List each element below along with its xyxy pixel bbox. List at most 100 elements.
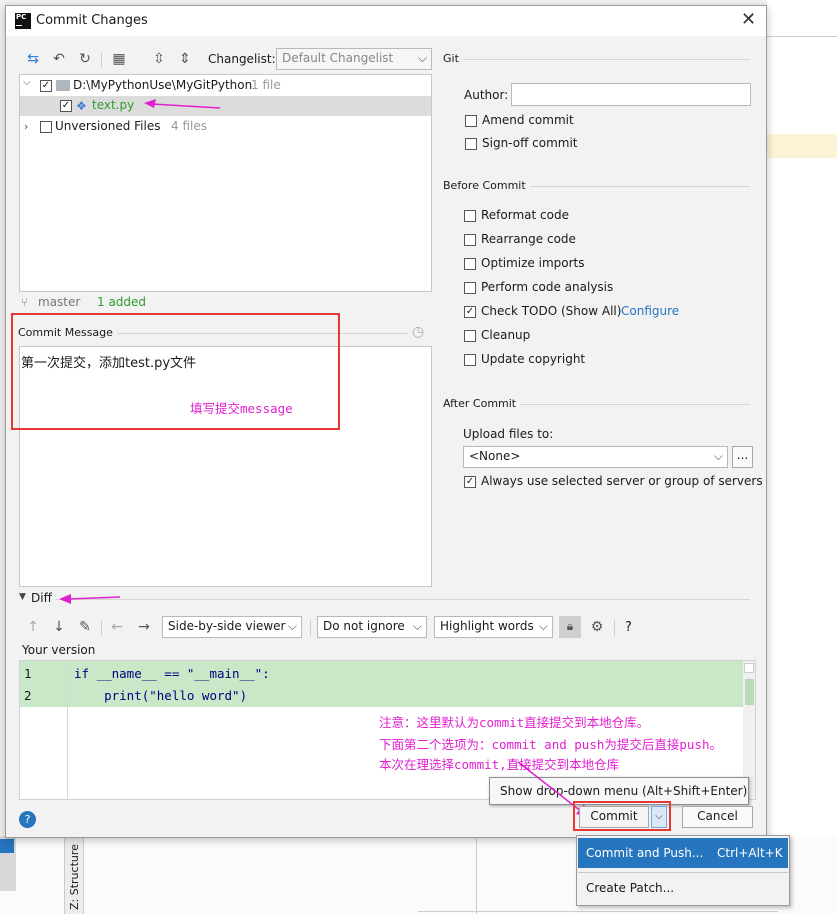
file-row[interactable]: ✓ ❖ text.py [20, 96, 431, 116]
browse-button[interactable]: ... [732, 446, 753, 468]
chevron-down-icon: ⌵ [287, 619, 297, 633]
chevron-down-icon: ⌵ [412, 619, 422, 633]
rollback-icon[interactable]: ↶ [50, 50, 68, 68]
code-line: if __name__ == "__main__": [74, 666, 270, 681]
group-by-icon[interactable]: ▦ [110, 50, 128, 68]
refresh-icon[interactable]: ↻ [76, 50, 94, 68]
signoff-checkbox[interactable] [465, 138, 477, 150]
note-line: 下面第二个选项为：commit and push为提交后直接push。 [379, 737, 722, 752]
file-name: text.py [92, 98, 135, 112]
help-icon[interactable]: ? [625, 620, 632, 635]
optimize-imports-label: Optimize imports [481, 256, 585, 270]
chevron-down-icon: ⌵ [538, 619, 548, 633]
before-commit-title: Before Commit [443, 179, 530, 192]
amend-label: Amend commit [482, 113, 574, 127]
branch-name: master [38, 295, 81, 309]
upload-value: <None> [469, 449, 521, 463]
prev-diff-icon[interactable]: ↑ [24, 618, 42, 636]
always-use-label: Always use selected server or group of s… [481, 474, 763, 488]
root-path: D:\MyPythonUse\MyGitPython [73, 78, 253, 92]
check-todo-checkbox[interactable]: ✓ [464, 306, 476, 318]
root-checkbox[interactable]: ✓ [40, 80, 52, 92]
highlight-value: Highlight words [440, 619, 534, 633]
commit-dialog: PC Commit Changes ✕ ⇆ ↶ ↻ ▦ ⇳ ⇕ Changeli… [5, 5, 767, 838]
menu-item-label: Create Patch... [586, 881, 675, 895]
message-annotation: 填写提交message [190, 401, 293, 416]
menu-item-shortcut: Ctrl+Alt+K [717, 846, 783, 860]
structure-tab[interactable]: Z: Structure [68, 844, 82, 910]
show-diff-icon[interactable]: ⇆ [24, 50, 42, 68]
reformat-label: Reformat code [481, 208, 569, 222]
back-icon[interactable]: ← [108, 618, 126, 636]
commit-button[interactable]: Commit [579, 806, 649, 828]
line-number: 2 [24, 688, 32, 703]
next-diff-icon[interactable]: ↓ [50, 618, 68, 636]
background-ide-right [767, 0, 837, 914]
dialog-title: Commit Changes [36, 13, 148, 28]
configure-link[interactable]: Configure [621, 304, 679, 318]
highlight-select[interactable]: Highlight words ⌵ [434, 616, 553, 638]
always-use-checkbox[interactable]: ✓ [464, 476, 476, 488]
annotation-arrow [59, 594, 121, 604]
author-label: Author: [464, 88, 509, 102]
changelist-select[interactable]: Default Changelist ⌵ [276, 48, 432, 70]
ignore-value: Do not ignore [323, 619, 405, 633]
viewer-value: Side-by-side viewer [168, 619, 286, 633]
unversioned-count: 4 files [171, 119, 207, 133]
expand-all-icon[interactable]: ⇳ [150, 50, 168, 68]
unversioned-label: Unversioned Files [55, 119, 161, 133]
note-line: 注意：这里默认为commit直接提交到本地仓库。 [379, 715, 650, 730]
forward-icon[interactable]: → [135, 618, 153, 636]
collapse-all-icon[interactable]: ⇕ [176, 50, 194, 68]
git-section-title: Git [443, 52, 463, 65]
close-icon[interactable]: ✕ [741, 9, 756, 30]
lock-icon[interactable]: 🔒︎ [559, 616, 581, 638]
changelist-value: Default Changelist [282, 51, 394, 65]
gear-icon[interactable]: ⚙ [588, 618, 606, 636]
help-button[interactable]: ? [19, 811, 36, 828]
collapse-arrow-icon[interactable]: › [24, 120, 28, 133]
menu-item-label: Commit and Push... [586, 846, 704, 860]
menu-item-create-patch[interactable]: Create Patch... [578, 876, 788, 902]
code-analysis-checkbox[interactable] [464, 282, 476, 294]
pycharm-app-icon: PC [15, 13, 31, 29]
signoff-label: Sign-off commit [482, 136, 578, 150]
rearrange-checkbox[interactable] [464, 234, 476, 246]
diff-label[interactable]: Diff [31, 591, 52, 605]
update-copyright-label: Update copyright [481, 352, 586, 366]
file-checkbox[interactable]: ✓ [60, 100, 72, 112]
viewer-select[interactable]: Side-by-side viewer ⌵ [162, 616, 302, 638]
cancel-button[interactable]: Cancel [682, 806, 753, 828]
branch-icon: ⑂ [21, 296, 28, 309]
update-copyright-checkbox[interactable] [464, 354, 476, 366]
diff-collapse-icon[interactable]: ▼ [19, 592, 26, 602]
your-version-label: Your version [22, 643, 96, 657]
changes-tree: ⌵ ✓ D:\MyPythonUse\MyGitPython 1 file ✓ … [19, 74, 432, 292]
line-number: 1 [24, 666, 32, 681]
change-summary: 1 added [97, 295, 147, 309]
check-todo-label: Check TODO (Show All) [481, 304, 622, 318]
menu-item-commit-and-push[interactable]: Commit and Push... Ctrl+Alt+K [578, 838, 788, 868]
history-icon[interactable]: ◷ [412, 324, 424, 340]
reformat-checkbox[interactable] [464, 210, 476, 222]
amend-checkbox[interactable] [465, 115, 477, 127]
unversioned-checkbox[interactable] [40, 121, 52, 133]
chevron-down-icon: ⌵ [417, 51, 427, 65]
title-bar: PC Commit Changes ✕ [6, 6, 766, 36]
ignore-select[interactable]: Do not ignore ⌵ [317, 616, 427, 638]
upload-select[interactable]: <None> ⌵ [463, 446, 728, 468]
expand-arrow-icon[interactable]: ⌵ [23, 77, 31, 88]
author-input[interactable] [511, 83, 751, 106]
after-commit-title: After Commit [443, 397, 521, 410]
rearrange-label: Rearrange code [481, 232, 576, 246]
commit-dropdown-arrow[interactable]: ⌵ [651, 806, 667, 828]
code-analysis-label: Perform code analysis [481, 280, 614, 294]
cleanup-checkbox[interactable] [464, 330, 476, 342]
upload-label: Upload files to: [463, 427, 554, 441]
chevron-down-icon: ⌵ [713, 449, 723, 463]
optimize-imports-checkbox[interactable] [464, 258, 476, 270]
edit-icon[interactable]: ✎ [76, 618, 94, 636]
cleanup-label: Cleanup [481, 328, 531, 342]
code-line: print("hello word") [74, 688, 248, 703]
annotation-arrow [144, 99, 221, 109]
